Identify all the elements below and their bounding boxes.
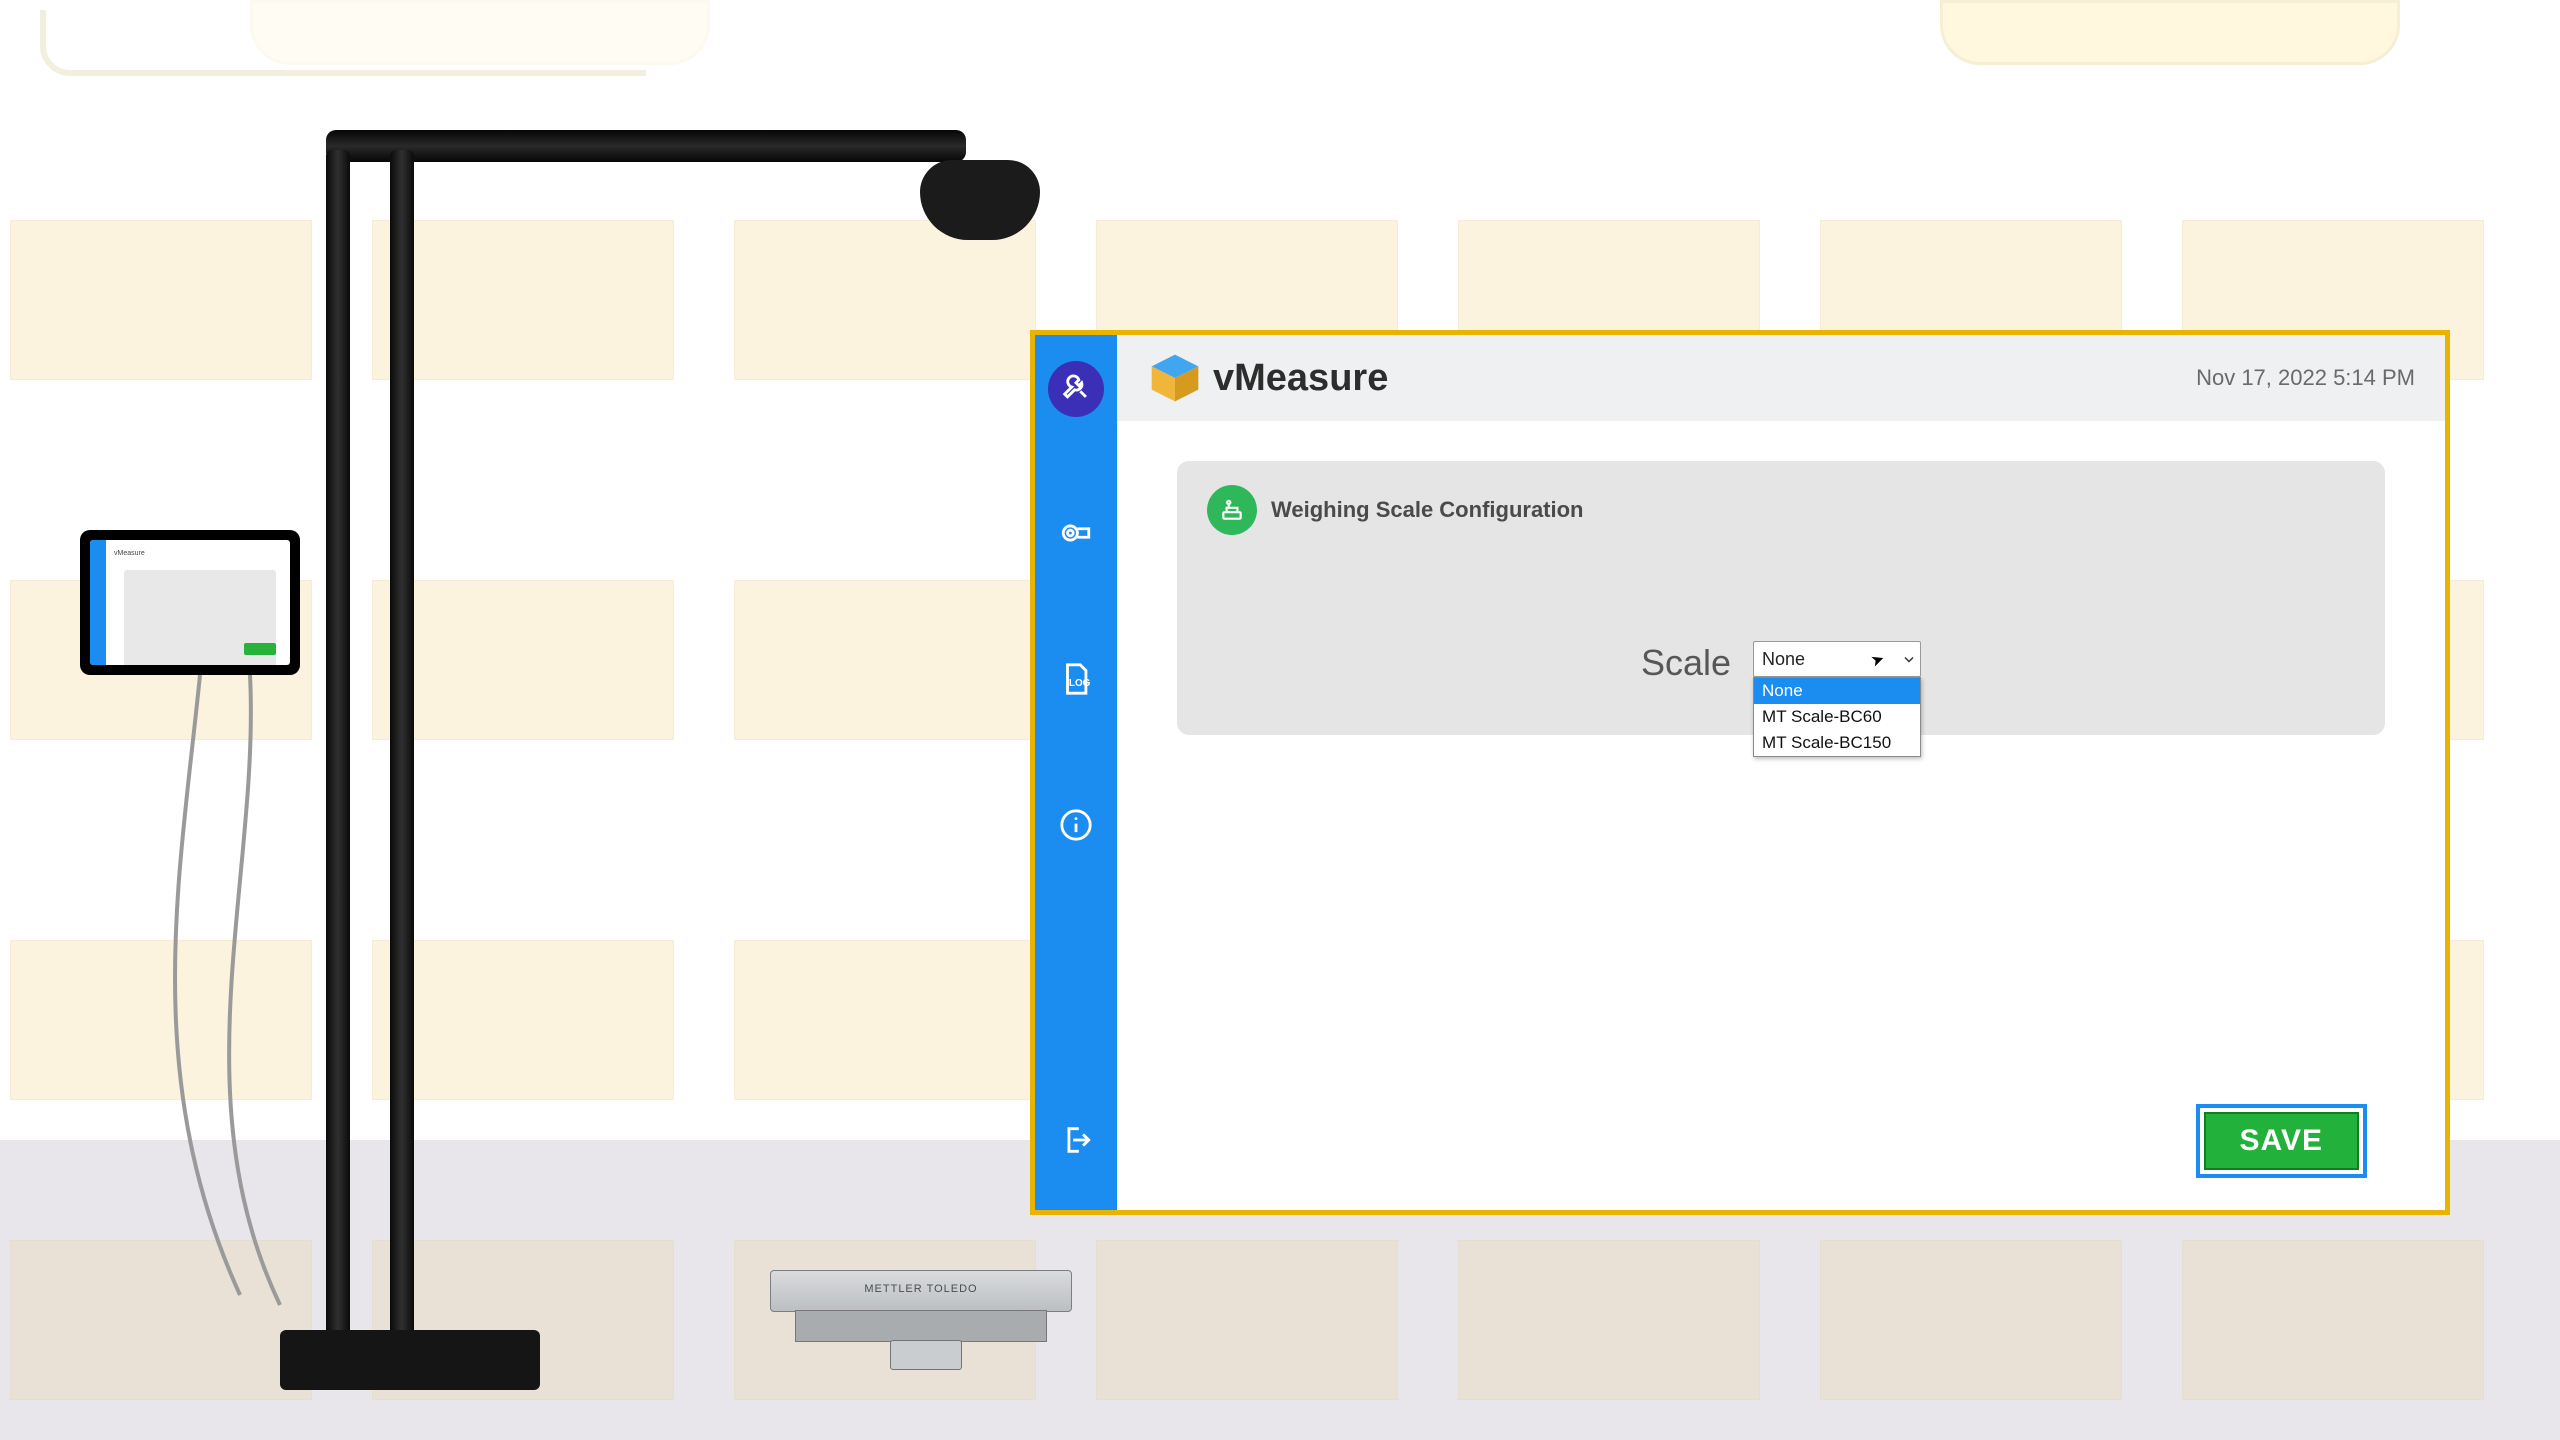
header-datetime: Nov 17, 2022 5:14 PM [2196, 365, 2415, 391]
app-logo-icon [1147, 350, 1203, 406]
app-body: vMeasure Nov 17, 2022 5:14 PM Weighing S… [1117, 335, 2445, 1210]
scale-icon [1207, 485, 1257, 535]
app-window: LOG [1030, 330, 2450, 1215]
scale-brand-label: METTLER TOLEDO [771, 1283, 1071, 1295]
sidebar-item-info[interactable] [1048, 799, 1104, 855]
cables [120, 675, 360, 1315]
chevron-down-icon [1904, 649, 1914, 670]
dimensioning-hardware: vMeasure [300, 130, 1100, 1390]
config-card: Weighing Scale Configuration Scale None … [1177, 461, 2385, 735]
save-button-highlight: SAVE [2196, 1104, 2367, 1178]
scale-select[interactable]: None ➤ [1753, 641, 1921, 677]
info-icon [1059, 808, 1093, 847]
weighing-scale-device: METTLER TOLEDO [770, 1270, 1070, 1360]
camera-icon [1059, 516, 1093, 555]
scale-field-label: Scale [1641, 641, 1731, 685]
wrench-icon [1059, 370, 1093, 409]
save-button[interactable]: SAVE [2204, 1112, 2359, 1170]
scale-dropdown: None MT Scale-BC60 MT Scale-BC150 [1753, 677, 1921, 757]
scale-option-bc60[interactable]: MT Scale-BC60 [1754, 704, 1920, 730]
cursor-icon: ➤ [1868, 648, 1887, 671]
app-title: vMeasure [1213, 357, 1388, 400]
scale-option-bc150[interactable]: MT Scale-BC150 [1754, 730, 1920, 756]
svg-text:LOG: LOG [1069, 678, 1091, 689]
sensor-head [920, 160, 1040, 240]
tablet-app-name-icon: vMeasure [114, 550, 145, 557]
card-title: Weighing Scale Configuration [1271, 497, 1584, 523]
scale-select-value: None [1762, 649, 1805, 670]
sidebar-item-logout[interactable] [1048, 1114, 1104, 1170]
log-file-icon: LOG [1059, 662, 1093, 701]
sidebar-item-camera[interactable] [1048, 507, 1104, 563]
sidebar: LOG [1035, 335, 1117, 1210]
mounted-tablet: vMeasure [80, 530, 300, 675]
scale-option-none[interactable]: None [1754, 678, 1920, 704]
content-area: Weighing Scale Configuration Scale None … [1117, 421, 2445, 1210]
sidebar-item-settings[interactable] [1048, 361, 1104, 417]
logout-icon [1059, 1123, 1093, 1162]
app-header: vMeasure Nov 17, 2022 5:14 PM [1117, 335, 2445, 421]
sidebar-item-log[interactable]: LOG [1048, 653, 1104, 709]
